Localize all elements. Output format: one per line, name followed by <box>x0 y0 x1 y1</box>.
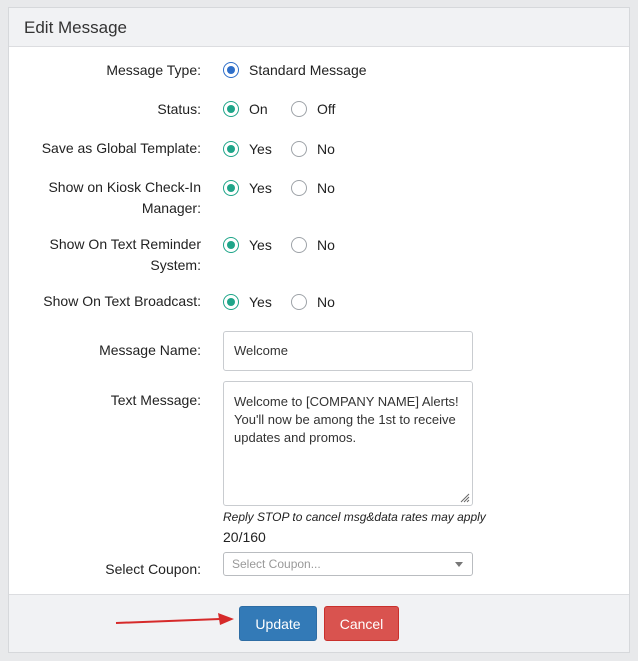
coupon-select[interactable]: Select Coupon... <box>223 552 473 576</box>
text-broadcast-yes-option[interactable]: Yes <box>223 292 272 312</box>
status-off-option[interactable]: Off <box>291 99 335 119</box>
global-template-yes-option[interactable]: Yes <box>223 139 272 159</box>
resize-grip-icon[interactable] <box>458 491 470 503</box>
text-reminder-label-line1: Show On Text Reminder <box>49 236 201 252</box>
radio-broadcast-yes[interactable] <box>223 294 239 310</box>
option-label: Off <box>317 101 336 117</box>
kiosk-label-line1: Show on Kiosk Check-In <box>48 179 201 195</box>
message-type-standard-option[interactable]: Standard Message <box>223 60 367 80</box>
radio-reminder-yes[interactable] <box>223 237 239 253</box>
chevron-down-icon <box>455 562 463 567</box>
option-label: On <box>249 101 268 117</box>
radio-status-off[interactable] <box>291 101 307 117</box>
text-message-value: Welcome to [COMPANY NAME] Alerts! You'll… <box>234 394 459 445</box>
message-name-label: Message Name: <box>99 342 201 358</box>
text-broadcast-no-option[interactable]: No <box>291 292 335 312</box>
message-name-input[interactable]: Welcome <box>223 331 473 371</box>
option-label: Yes <box>249 180 272 196</box>
kiosk-label-line2: Manager: <box>141 200 201 216</box>
edit-message-panel: Edit Message Message Type: Standard Mess… <box>8 7 630 653</box>
text-reminder-label-line2: System: <box>150 257 201 273</box>
radio-kiosk-yes[interactable] <box>223 180 239 196</box>
message-name-value: Welcome <box>234 343 288 358</box>
radio-reminder-no[interactable] <box>291 237 307 253</box>
panel-header: Edit Message <box>9 8 629 47</box>
text-reminder-no-option[interactable]: No <box>291 235 335 255</box>
red-arrow-icon <box>115 613 234 625</box>
cancel-button[interactable]: Cancel <box>324 606 399 641</box>
global-template-no-option[interactable]: No <box>291 139 335 159</box>
status-on-option[interactable]: On <box>223 99 268 119</box>
status-label: Status: <box>157 101 201 117</box>
option-label: No <box>317 237 335 253</box>
option-label: No <box>317 141 335 157</box>
option-label: Yes <box>249 294 272 310</box>
text-message-label: Text Message: <box>110 392 201 408</box>
kiosk-no-option[interactable]: No <box>291 178 335 198</box>
text-message-textarea[interactable]: Welcome to [COMPANY NAME] Alerts! You'll… <box>223 381 473 506</box>
option-label: No <box>317 180 335 196</box>
option-label: Yes <box>249 237 272 253</box>
kiosk-yes-option[interactable]: Yes <box>223 178 272 198</box>
text-broadcast-label: Show On Text Broadcast: <box>43 293 201 309</box>
option-label: No <box>317 294 335 310</box>
message-type-label: Message Type: <box>106 62 201 78</box>
update-button[interactable]: Update <box>239 606 317 641</box>
radio-global-no[interactable] <box>291 141 307 157</box>
global-template-label: Save as Global Template: <box>41 140 201 156</box>
option-label: Standard Message <box>249 62 367 78</box>
radio-global-yes[interactable] <box>223 141 239 157</box>
panel-footer: Update Cancel <box>9 594 629 652</box>
character-counter: 20/160 <box>223 529 266 545</box>
radio-broadcast-no[interactable] <box>291 294 307 310</box>
radio-status-on[interactable] <box>223 101 239 117</box>
option-label: Yes <box>249 141 272 157</box>
coupon-label: Select Coupon: <box>105 561 201 577</box>
coupon-placeholder: Select Coupon... <box>232 557 321 571</box>
panel-title: Edit Message <box>24 18 127 37</box>
radio-standard-message[interactable] <box>223 62 239 78</box>
text-message-helper: Reply STOP to cancel msg&data rates may … <box>223 510 486 524</box>
radio-kiosk-no[interactable] <box>291 180 307 196</box>
text-reminder-yes-option[interactable]: Yes <box>223 235 272 255</box>
